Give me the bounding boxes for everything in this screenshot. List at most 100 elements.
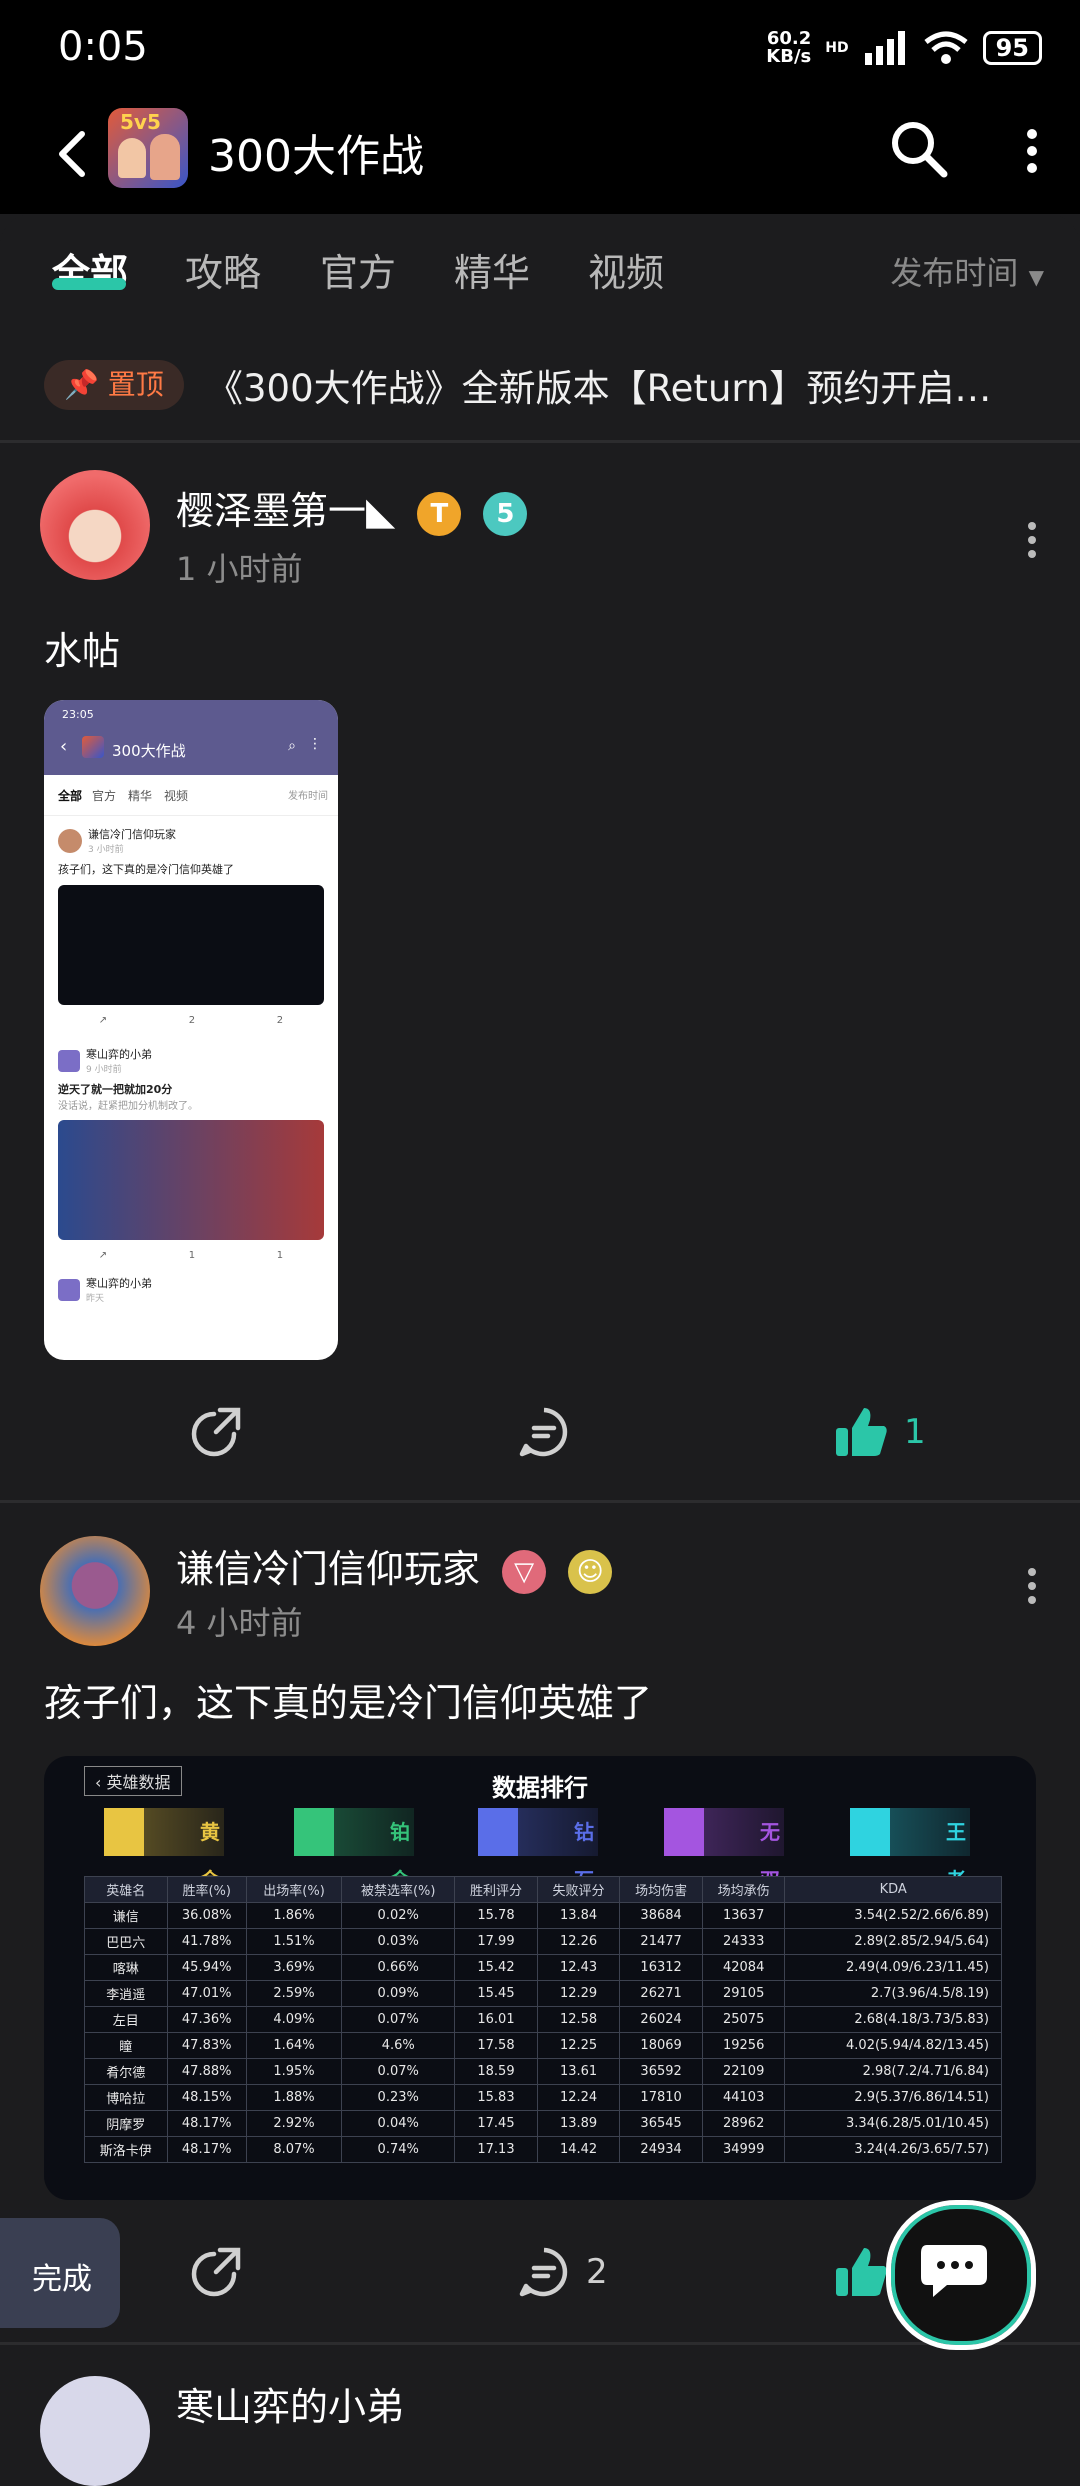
post-image[interactable]: ‹ 英雄数据 数据排行 黄金 铂金 钻石 无双 王者 英雄名胜率(%)出场率(%… [44,1756,1036,2200]
table-cell: 2.92% [245,2110,343,2137]
table-cell: 17.13 [454,2136,538,2163]
thumb-share-icon: ↗ [98,1015,108,1026]
tab-featured[interactable]: 精华 [454,242,530,297]
table-cell: 2.7(3.96/4.5/8.19) [784,1980,1002,2007]
table-cell: 36.08% [166,1902,247,1929]
table-cell: 22109 [701,2058,786,2085]
tab-official[interactable]: 官方 [320,242,396,297]
net-speed: 60.2 KB/s [766,28,812,67]
table-cell: 14.42 [536,2136,621,2163]
table-cell: 29105 [701,1980,786,2007]
username[interactable]: 樱泽墨第一◣ T 5 [176,480,528,536]
post-image[interactable]: 23:05 ‹ 300大作战 ⌕ ⋮ 全部 官方 精华 视频 发布时间 谦信冷门… [44,700,338,1360]
active-tab-indicator [52,278,126,290]
table-cell: 0.07% [341,2006,456,2033]
like-icon[interactable] [834,1404,890,1460]
status-time: 0:05 [58,24,148,70]
username[interactable]: 谦信冷门信仰玩家 ▽ ☺ [176,1538,613,1594]
table-cell: 1.51% [245,1928,343,1955]
table-cell: 0.66% [341,1954,456,1981]
table-cell: 李逍遥 [84,1980,168,2007]
comment-icon[interactable] [516,1404,572,1460]
comment-icon[interactable] [516,2244,572,2300]
share-icon[interactable] [188,1404,244,1460]
table-header-cell: 胜利评分 [454,1876,538,1903]
sort-dropdown[interactable]: 发布时间 ▼ [890,248,1044,294]
table-cell: 12.26 [536,1928,621,1955]
table-cell: 28962 [701,2110,786,2137]
thumb-like-count: 1 [276,1250,284,1261]
level-badge-icon: T [417,491,462,536]
chat-bubble-icon [921,2245,987,2297]
table-cell: 48.15% [166,2084,247,2111]
done-button[interactable]: 完成 [0,2218,120,2328]
table-cell: 阴摩罗 [84,2110,168,2137]
username[interactable]: 寒山弈的小弟 [176,2376,404,2431]
chat-fab[interactable] [886,2200,1036,2350]
thumb-match-image [58,1120,324,1240]
table-cell: 瞳 [84,2032,168,2059]
like-icon[interactable] [834,2244,890,2300]
table-header-cell: 出场率(%) [245,1876,343,1903]
hd-label: HD [825,40,849,56]
table-cell: 47.36% [166,2006,247,2033]
table-cell: 3.69% [245,1954,343,1981]
pinned-post[interactable]: 📌 置顶 《300大作战》全新版本【Return】预约开启… [0,334,1080,443]
table-cell: 2.9(5.37/6.86/14.51) [784,2084,1002,2111]
avatar[interactable] [40,1536,150,1646]
table-cell: 3.24(4.26/3.65/7.57) [784,2136,1002,2163]
avatar[interactable] [40,470,150,580]
table-cell: 0.74% [341,2136,456,2163]
rank-tab-peerless: 无双 [664,1808,784,1892]
back-arrow-icon[interactable] [52,130,92,178]
table-cell: 13.84 [536,1902,621,1929]
game-icon[interactable]: 5v5 [108,108,188,188]
avatar[interactable] [40,2376,150,2486]
table-title: 数据排行 [492,1774,588,1802]
table-cell: 1.95% [245,2058,343,2085]
post-more-icon[interactable] [1026,520,1038,560]
table-cell: 19256 [701,2032,786,2059]
table-cell: 18069 [619,2032,703,2059]
table-cell: 15.78 [454,1902,538,1929]
thumb-comment-count: 2 [188,1015,196,1026]
table-cell: 13637 [701,1902,786,1929]
share-icon[interactable] [188,2244,244,2300]
table-cell: 13.89 [536,2110,621,2137]
thumb-post: 谦信冷门信仰玩家 3 小时前 孩子们，这下真的是冷门信仰英雄了 ↗ 2 2 [44,816,338,1036]
comment-count: 2 [586,2252,608,2292]
table-row: 喀琳 45.94% 3.69% 0.66% 15.42 12.43 16312 42084 2.… [84,1954,1002,1981]
tab-guides[interactable]: 攻略 [185,242,261,297]
rank-tab-diamond: 钻石 [478,1808,598,1892]
table-cell: 48.17% [166,2110,247,2137]
table-cell: 2.68(4.18/3.73/5.83) [784,2006,1002,2033]
post-time: 4 小时前 [176,1604,303,1642]
table-header-row: 英雄名 胜率(%) 出场率(%) 被禁选率(%) 胜利评分 失败评分 场均伤害 场均承伤 KDA [84,1876,1002,1903]
table-cell: 47.01% [166,1980,247,2007]
table-cell: 17.45 [454,2110,538,2137]
thumb-header: 23:05 ‹ 300大作战 ⌕ ⋮ [44,700,338,775]
table-cell: 34999 [701,2136,786,2163]
table-cell: 0.02% [341,1902,456,1929]
table-cell: 17810 [619,2084,703,2111]
thumb-avatar [58,828,82,853]
tab-videos[interactable]: 视频 [588,242,664,297]
table-cell: 47.88% [166,2058,247,2085]
table-cell: 12.29 [536,1980,621,2007]
hero-stats-table: 英雄名 胜率(%) 出场率(%) 被禁选率(%) 胜利评分 失败评分 场均伤害 场均承伤 KDA… [84,1876,1002,2163]
like-count: 1 [904,1412,926,1452]
table-cell: 巴巴六 [84,1928,168,1955]
search-icon[interactable] [888,118,950,180]
table-cell: 0.03% [341,1928,456,1955]
table-cell: 15.45 [454,1980,538,2007]
post-actions: 1 [0,1376,1080,1486]
table-cell: 36592 [619,2058,703,2085]
character-badge-icon: ☺ [568,1549,613,1594]
table-row: 左目 47.36% 4.09% 0.07% 16.01 12.58 26024 25075 2.… [84,2006,1002,2033]
post-more-icon[interactable] [1026,1566,1038,1606]
more-options-icon[interactable] [1022,126,1042,176]
thumb-share-icon: ↗ [98,1250,108,1261]
table-header-cell: 英雄名 [84,1876,168,1903]
table-cell: 1.88% [245,2084,343,2111]
table-row: 肴尔德 47.88% 1.95% 0.07% 18.59 13.61 36592 22109 2… [84,2058,1002,2085]
